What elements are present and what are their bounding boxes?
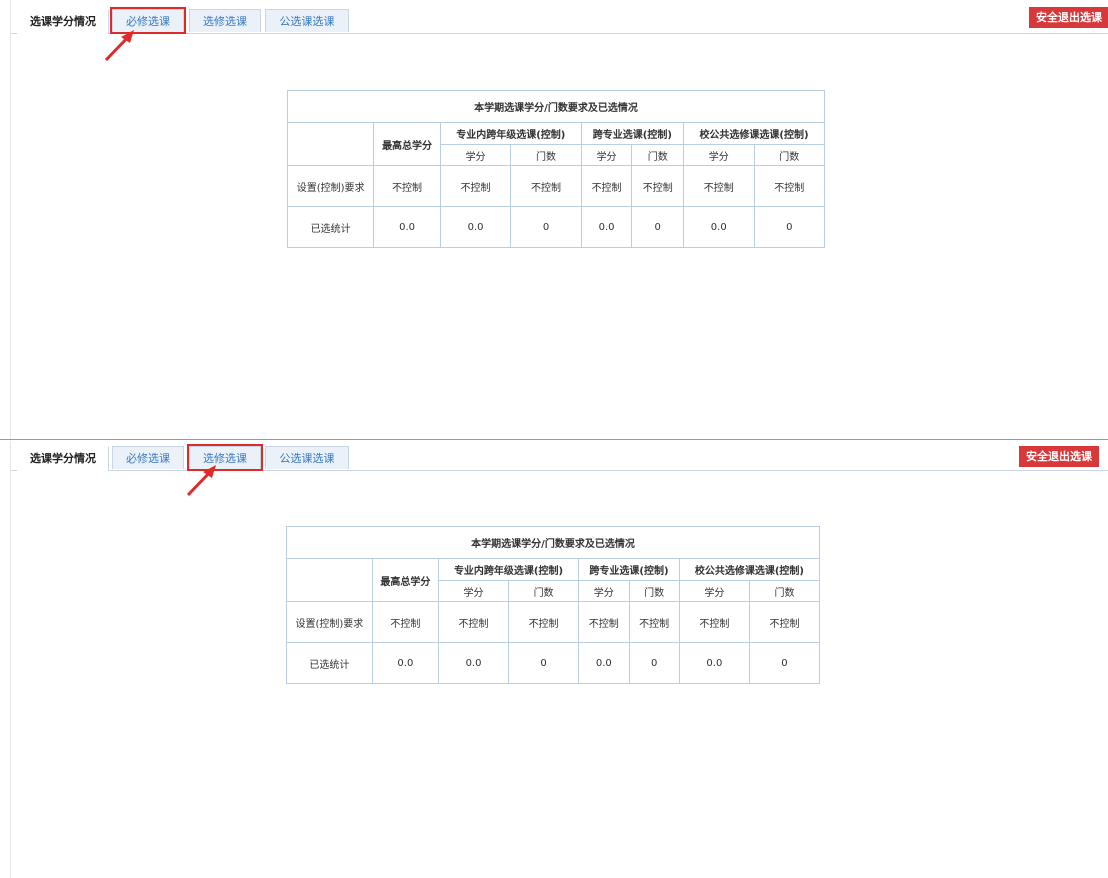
sub-header-count: 门数	[631, 144, 685, 166]
table-cell: 0.0	[578, 642, 630, 684]
table-cell: 0.0	[439, 206, 512, 248]
tab-credit-status[interactable]: 选课学分情况	[17, 9, 109, 34]
table-cell: 0.0	[580, 206, 633, 248]
tab-required-courses[interactable]: 必修选课	[112, 446, 184, 469]
table-row: 设置(控制)要求 不控制 不控制 不控制 不控制 不控制 不控制 不控制	[286, 165, 825, 207]
table-row: 设置(控制)要求 不控制 不控制 不控制 不控制 不控制 不控制 不控制	[286, 601, 821, 643]
max-credit-header: 最高总学分	[373, 122, 441, 166]
sub-header-count: 门数	[508, 580, 580, 602]
table-cell: 0	[510, 206, 582, 248]
table-cell: 不控制	[748, 601, 821, 643]
tab-bar: 选课学分情况 必修选课 选修选课 公选课选课	[11, 7, 1108, 34]
credit-requirements-table: 本学期选课学分/门数要求及已选情况 最高总学分 专业内跨年级选课(控制) 跨专业…	[286, 526, 821, 684]
table-cell: 0.0	[373, 206, 441, 248]
screenshot-panel-top: 选课学分情况 必修选课 选修选课 公选课选课 安全退出选课 本学期选课学分/门数…	[10, 0, 1108, 440]
table-cell: 不控制	[678, 601, 750, 643]
row-label: 已选统计	[286, 642, 373, 684]
credit-requirements-table: 本学期选课学分/门数要求及已选情况 最高总学分 专业内跨年级选课(控制) 跨专业…	[286, 90, 825, 248]
table-cell: 不控制	[631, 165, 685, 207]
group-header: 跨专业选课(控制)	[578, 558, 680, 581]
table-cell: 0	[631, 206, 685, 248]
table-cell: 不控制	[753, 165, 825, 207]
blank-header-cell	[286, 122, 375, 166]
sub-header-credit: 学分	[678, 580, 750, 602]
sub-header-credit: 学分	[578, 580, 630, 602]
table-cell: 不控制	[373, 165, 441, 207]
tab-public-elective-courses[interactable]: 公选课选课	[265, 9, 349, 32]
table-cell: 不控制	[439, 165, 512, 207]
sub-header-count: 门数	[510, 144, 582, 166]
group-header: 校公共选修课选课(控制)	[678, 558, 821, 581]
table-cell: 不控制	[580, 165, 633, 207]
table-cell: 不控制	[578, 601, 630, 643]
blank-header-cell	[286, 558, 373, 602]
sub-header-count: 门数	[628, 580, 680, 602]
table-cell: 0	[508, 642, 580, 684]
sub-header-credit: 学分	[580, 144, 633, 166]
table-cell: 不控制	[437, 601, 510, 643]
group-header: 校公共选修课选课(控制)	[683, 122, 825, 145]
table-cell: 0.0	[683, 206, 755, 248]
table-cell: 不控制	[510, 165, 582, 207]
row-label: 设置(控制)要求	[286, 601, 373, 643]
table-caption: 本学期选课学分/门数要求及已选情况	[287, 90, 825, 123]
annotation-arrow-icon	[104, 30, 134, 62]
sub-header-credit: 学分	[437, 580, 510, 602]
sub-header-credit: 学分	[439, 144, 512, 166]
max-credit-header: 最高总学分	[371, 558, 439, 602]
tab-credit-status[interactable]: 选课学分情况	[17, 446, 109, 471]
table-cell: 不控制	[683, 165, 755, 207]
tab-bar: 选课学分情况 必修选课 选修选课 公选课选课	[11, 444, 1108, 471]
screenshot-panel-bottom: 选课学分情况 必修选课 选修选课 公选课选课 安全退出选课 本学期选课学分/门数…	[10, 441, 1108, 878]
table-caption: 本学期选课学分/门数要求及已选情况	[286, 526, 820, 559]
panel-divider	[0, 439, 1108, 440]
group-header: 专业内跨年级选课(控制)	[439, 122, 582, 145]
sub-header-credit: 学分	[683, 144, 755, 166]
table-cell: 0.0	[678, 642, 750, 684]
table-cell: 0	[628, 642, 680, 684]
row-label: 设置(控制)要求	[286, 165, 375, 207]
table-cell: 不控制	[628, 601, 680, 643]
table-row: 已选统计 0.0 0.0 0 0.0 0 0.0 0	[286, 206, 825, 248]
table-cell: 0.0	[371, 642, 439, 684]
group-header: 跨专业选课(控制)	[580, 122, 685, 145]
table-cell: 0	[753, 206, 825, 248]
row-label: 已选统计	[286, 206, 375, 248]
group-header: 专业内跨年级选课(控制)	[437, 558, 580, 581]
table-cell: 0	[748, 642, 821, 684]
sub-header-count: 门数	[748, 580, 821, 602]
table-cell: 0.0	[437, 642, 510, 684]
table-row: 已选统计 0.0 0.0 0 0.0 0 0.0 0	[286, 642, 821, 684]
tab-elective-courses[interactable]: 选修选课	[189, 9, 261, 32]
table-cell: 不控制	[371, 601, 439, 643]
exit-course-selection-button[interactable]: 安全退出选课	[1029, 7, 1108, 28]
annotation-arrow-icon	[186, 465, 216, 497]
exit-course-selection-button[interactable]: 安全退出选课	[1019, 446, 1099, 467]
sub-header-count: 门数	[753, 144, 825, 166]
tab-public-elective-courses[interactable]: 公选课选课	[265, 446, 349, 469]
table-cell: 不控制	[508, 601, 580, 643]
